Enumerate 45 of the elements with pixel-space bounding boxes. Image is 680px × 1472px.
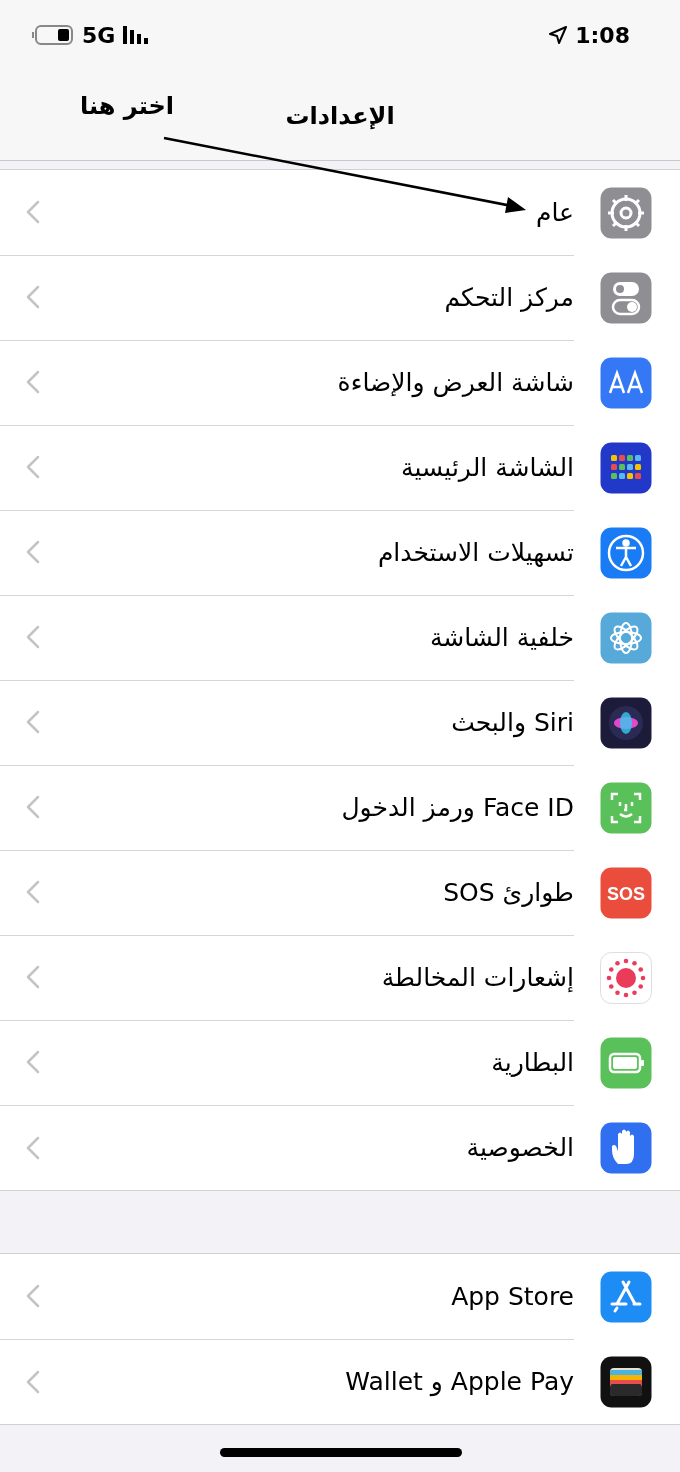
battery-icon	[32, 25, 74, 45]
settings-row[interactable]: طوارئ SOS	[0, 849, 574, 936]
chevron-icon	[26, 200, 40, 224]
chevron-icon	[26, 540, 40, 564]
flower-icon	[600, 611, 652, 664]
settings-row[interactable]: خلفية الشاشة	[0, 594, 574, 681]
chevron-icon	[26, 455, 40, 479]
annotation-text: اختر هنا	[80, 92, 175, 120]
chevron-icon	[26, 965, 40, 989]
settings-row[interactable]: شاشة العرض والإضاءة	[0, 339, 574, 426]
chevron-icon	[26, 710, 40, 734]
chevron-icon	[26, 1284, 40, 1308]
network-type: 5G	[82, 22, 116, 48]
hand-icon	[600, 1121, 652, 1174]
chevron-icon	[26, 1135, 40, 1160]
appstore-icon	[600, 1270, 652, 1323]
location-icon	[549, 26, 568, 44]
settings-row[interactable]: إشعارات المخالطة	[0, 934, 574, 1021]
homescreen-icon	[600, 441, 652, 494]
settings-row[interactable]: مركز التحكم	[0, 254, 574, 341]
wallet-icon	[600, 1355, 652, 1408]
chevron-icon	[26, 1050, 40, 1074]
settings-row[interactable]: الشاشة الرئيسية	[0, 424, 574, 511]
chevron-icon	[26, 285, 40, 309]
accessibility-icon	[600, 526, 652, 579]
settings-row[interactable]: تسهيلات الاستخدام	[0, 509, 574, 596]
gear-icon	[600, 186, 652, 239]
page-title: الإعدادات	[285, 102, 395, 130]
display-icon	[600, 356, 652, 409]
chevron-icon	[26, 880, 40, 904]
battery-icon	[600, 1036, 652, 1089]
settings-row[interactable]: Siri والبحث	[0, 679, 574, 766]
settings-row[interactable]: Face ID ورمز الدخول	[0, 764, 574, 851]
face-icon	[600, 781, 652, 834]
time: 1:08	[575, 22, 630, 48]
chevron-icon	[26, 1369, 40, 1394]
icon-label: SOS	[607, 883, 645, 904]
chevron-icon	[26, 625, 40, 649]
chevron-icon	[26, 370, 40, 394]
settings-row[interactable]: Apple Pay و Wallet	[0, 1339, 574, 1424]
chevron-icon	[26, 795, 40, 819]
settings-row[interactable]: الخصوصية	[0, 1105, 574, 1190]
toggles-icon	[600, 271, 652, 324]
settings-row[interactable]: App Store	[0, 1253, 574, 1340]
settings-row[interactable]: البطارية	[0, 1019, 574, 1106]
